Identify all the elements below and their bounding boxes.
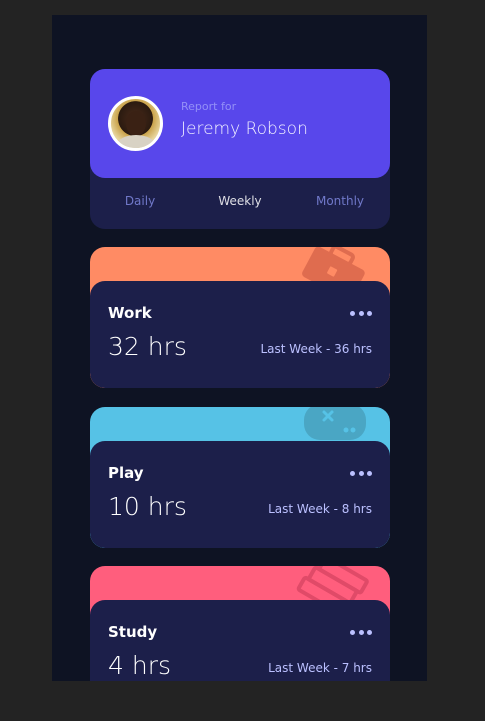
- work-card: Work 32 hrs Last Week - 36 hrs: [90, 247, 390, 388]
- study-options-icon[interactable]: [350, 628, 372, 636]
- work-title: Work: [108, 304, 152, 322]
- study-card: Study 4 hrs Last Week - 7 hrs: [90, 566, 390, 681]
- play-last-week: Last Week - 8 hrs: [268, 502, 372, 516]
- work-hours: 32 hrs: [108, 332, 187, 361]
- report-for-label: Report for: [181, 100, 237, 113]
- tab-weekly[interactable]: Weekly: [190, 194, 290, 208]
- work-card-body[interactable]: Work 32 hrs Last Week - 36 hrs: [90, 281, 390, 388]
- play-title: Play: [108, 464, 144, 482]
- timeframe-tabs: Daily Weekly Monthly: [90, 194, 390, 208]
- play-card-body[interactable]: Play 10 hrs Last Week - 8 hrs: [90, 441, 390, 548]
- avatar-face: [126, 111, 146, 136]
- study-title: Study: [108, 623, 158, 641]
- profile-card: Report for Jeremy Robson Daily Weekly Mo…: [90, 69, 390, 229]
- study-card-body[interactable]: Study 4 hrs Last Week - 7 hrs: [90, 600, 390, 681]
- play-card: Play 10 hrs Last Week - 8 hrs: [90, 407, 390, 548]
- work-last-week: Last Week - 36 hrs: [260, 342, 372, 356]
- user-name: Jeremy Robson: [181, 119, 308, 139]
- time-tracking-dashboard: Report for Jeremy Robson Daily Weekly Mo…: [52, 15, 427, 681]
- avatar: [108, 96, 163, 151]
- work-options-icon[interactable]: [350, 309, 372, 317]
- study-hours: 4 hrs: [108, 651, 172, 680]
- play-options-icon[interactable]: [350, 469, 372, 477]
- study-last-week: Last Week - 7 hrs: [268, 661, 372, 675]
- tab-monthly[interactable]: Monthly: [290, 194, 390, 208]
- profile-header: Report for Jeremy Robson: [90, 69, 390, 178]
- play-hours: 10 hrs: [108, 492, 187, 521]
- tab-daily[interactable]: Daily: [90, 194, 190, 208]
- avatar-shirt: [117, 135, 155, 148]
